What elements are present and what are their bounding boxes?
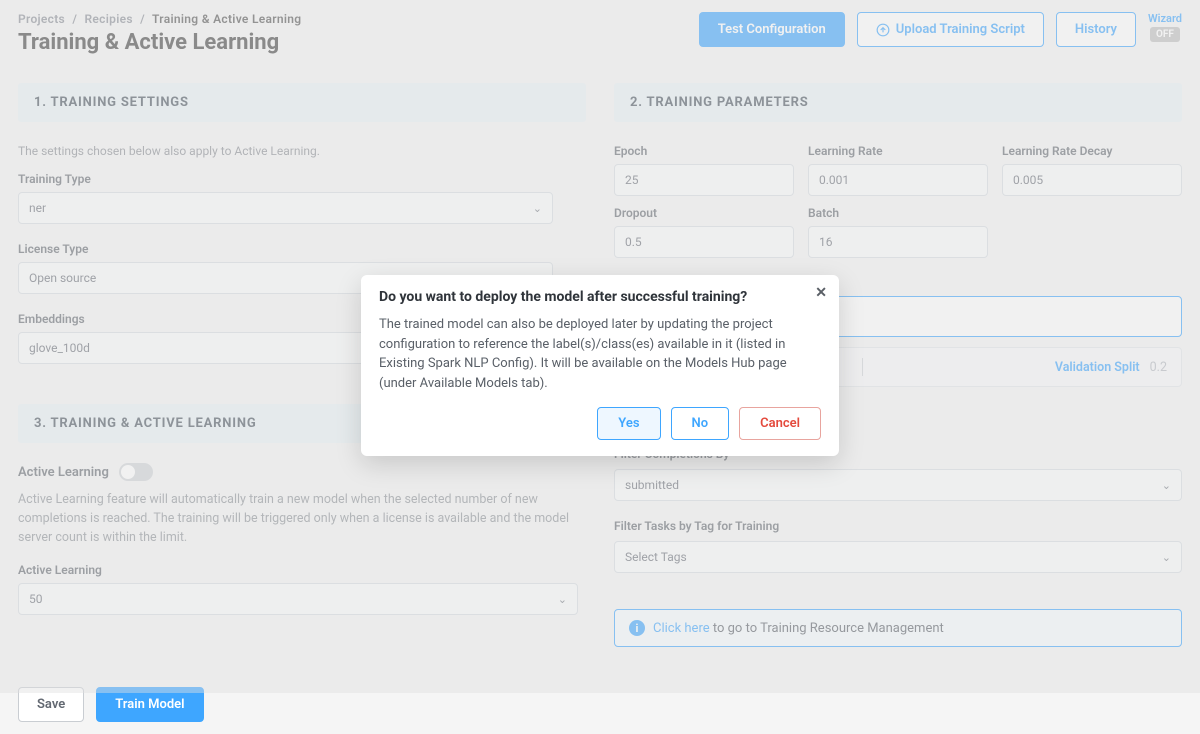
modal-yes-button[interactable]: Yes — [597, 407, 660, 440]
modal-overlay: ✕ Do you want to deploy the model after … — [0, 0, 1200, 693]
save-label: Save — [37, 697, 65, 712]
modal-title: Do you want to deploy the model after su… — [379, 289, 821, 305]
train-model-label: Train Model — [115, 697, 184, 712]
modal-close-button[interactable]: ✕ — [815, 285, 827, 301]
modal-body: The trained model can also be deployed l… — [379, 315, 821, 393]
modal-no-button[interactable]: No — [671, 407, 730, 440]
modal-cancel-button[interactable]: Cancel — [739, 407, 821, 440]
deploy-modal: ✕ Do you want to deploy the model after … — [361, 275, 839, 456]
